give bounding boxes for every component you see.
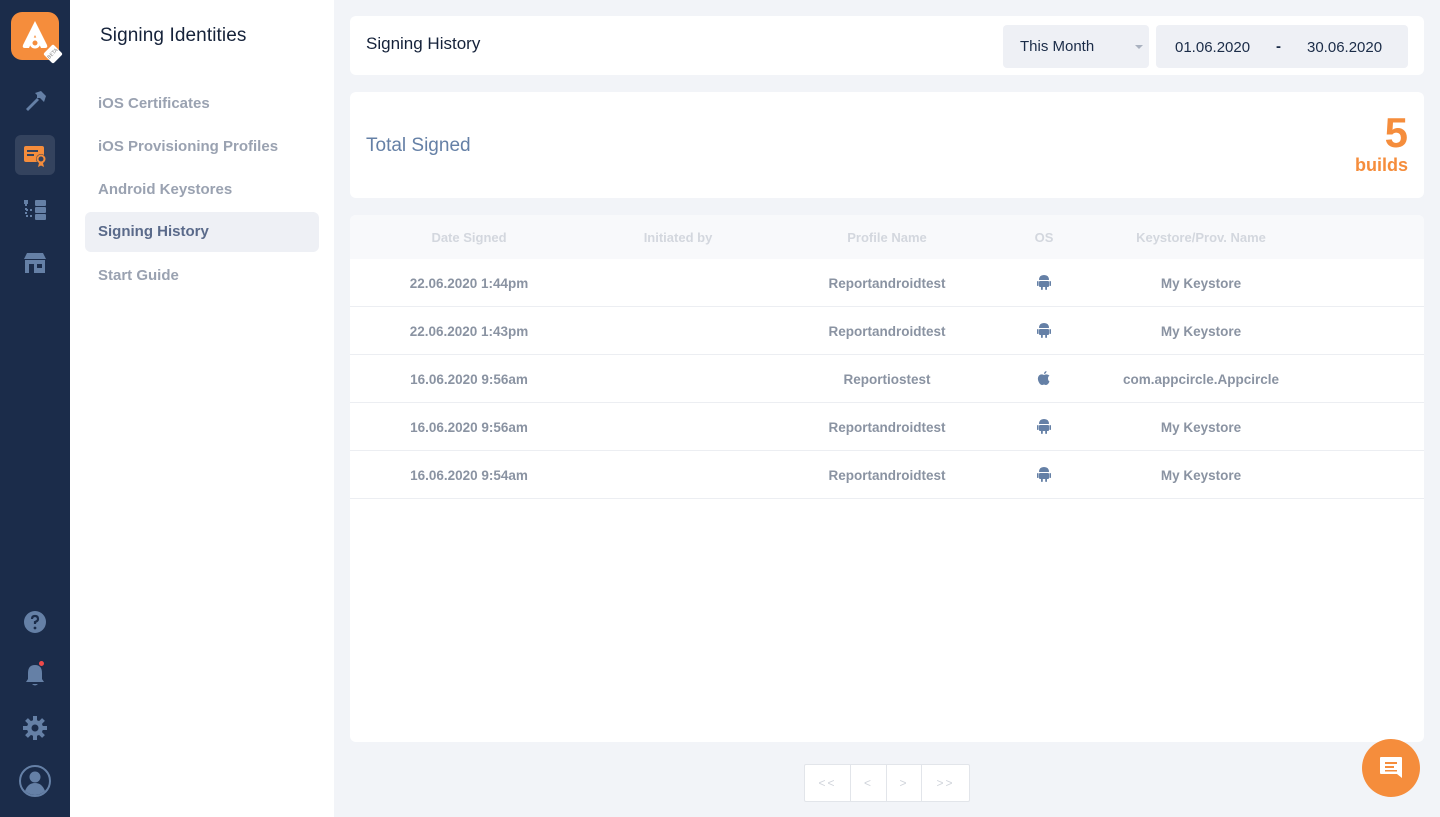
table-row[interactable]: 16.06.2020 9:56am Reportandroidtest My K… <box>350 403 1424 451</box>
cell-keystore-name: com.appcircle.Appcircle <box>1122 372 1280 387</box>
column-keystore-name: Keystore/Prov. Name <box>1136 230 1266 245</box>
help-icon[interactable] <box>15 602 55 642</box>
icon-rail: BETA <box>0 0 70 817</box>
cell-keystore-name: My Keystore <box>1160 324 1242 339</box>
cell-date-signed: 16.06.2020 9:56am <box>410 420 528 435</box>
date-range-picker[interactable]: 01.06.2020 - 30.06.2020 <box>1156 25 1408 68</box>
page-title: Signing History <box>366 34 481 53</box>
date-range-select[interactable]: This Month <box>1003 25 1149 68</box>
apple-icon <box>1037 370 1051 391</box>
date-range-value: This Month <box>1020 38 1095 55</box>
signing-identities-icon[interactable] <box>15 135 55 175</box>
sidebar-item-ios-certificates[interactable]: iOS Certificates <box>85 84 319 124</box>
table-header: Date Signed Initiated by Profile Name OS… <box>350 215 1424 259</box>
sidebar-item-android-keystores[interactable]: Android Keystores <box>85 170 319 210</box>
total-signed-card: Total Signed 5 builds <box>350 92 1424 198</box>
date-from[interactable]: 01.06.2020 <box>1175 39 1250 56</box>
column-date-signed: Date Signed <box>431 230 507 245</box>
distribution-icon[interactable] <box>15 189 55 229</box>
total-signed-label: Total Signed <box>366 135 471 156</box>
cell-profile-name: Reportandroidtest <box>828 324 946 339</box>
sidebar-title: Signing Identities <box>100 25 247 46</box>
date-to[interactable]: 30.06.2020 <box>1307 39 1382 56</box>
sidebar-item-start-guide[interactable]: Start Guide <box>85 256 319 296</box>
chevron-down-icon <box>1135 45 1143 49</box>
build-icon[interactable] <box>15 81 55 121</box>
pagination: << < > >> <box>804 764 970 802</box>
cell-profile-name: Reportandroidtest <box>828 468 946 483</box>
next-page-button[interactable]: > <box>887 765 922 801</box>
settings-icon[interactable] <box>15 708 55 748</box>
table-row[interactable]: 22.06.2020 1:43pm Reportandroidtest My K… <box>350 307 1424 355</box>
history-header: Signing History This Month 01.06.2020 - … <box>350 16 1424 75</box>
sidebar-item-signing-history[interactable]: Signing History <box>85 212 319 252</box>
table-row[interactable]: 16.06.2020 9:54am Reportandroidtest My K… <box>350 451 1424 499</box>
total-signed-count: 5 <box>1384 109 1408 156</box>
table-row[interactable]: 16.06.2020 9:56am Reportiostest com.appc… <box>350 355 1424 403</box>
sidebar-item-ios-provisioning-profiles[interactable]: iOS Provisioning Profiles <box>85 127 319 167</box>
total-signed-unit: builds <box>1355 155 1408 175</box>
column-profile-name: Profile Name <box>847 230 927 245</box>
cell-date-signed: 22.06.2020 1:44pm <box>409 276 529 291</box>
store-icon[interactable] <box>15 243 55 283</box>
column-initiated-by: Initiated by <box>643 230 713 245</box>
signing-sidebar: Signing Identities iOS Certificates iOS … <box>70 0 334 817</box>
last-page-button[interactable]: >> <box>922 765 969 801</box>
table-row[interactable]: 22.06.2020 1:44pm Reportandroidtest My K… <box>350 259 1424 307</box>
android-icon <box>1037 322 1051 343</box>
chat-button[interactable] <box>1362 739 1420 797</box>
profile-icon[interactable] <box>15 761 55 801</box>
cell-profile-name: Reportandroidtest <box>828 276 946 291</box>
notification-dot <box>38 660 45 667</box>
signing-history-table: Date Signed Initiated by Profile Name OS… <box>350 215 1424 742</box>
cell-profile-name: Reportiostest <box>843 372 931 387</box>
android-icon <box>1037 274 1051 295</box>
prev-page-button[interactable]: < <box>851 765 887 801</box>
cell-date-signed: 16.06.2020 9:54am <box>410 468 528 483</box>
android-icon <box>1037 466 1051 487</box>
cell-profile-name: Reportandroidtest <box>828 420 946 435</box>
notifications-icon[interactable] <box>15 655 55 695</box>
cell-date-signed: 22.06.2020 1:43pm <box>409 324 529 339</box>
chat-icon <box>1380 757 1402 778</box>
android-icon <box>1037 418 1051 439</box>
cell-keystore-name: My Keystore <box>1160 420 1242 435</box>
appcircle-logo[interactable]: BETA <box>11 12 63 64</box>
cell-keystore-name: My Keystore <box>1160 276 1242 291</box>
first-page-button[interactable]: << <box>805 765 851 801</box>
column-os: OS <box>1034 230 1054 245</box>
cell-date-signed: 16.06.2020 9:56am <box>410 372 528 387</box>
date-separator: - <box>1276 38 1281 55</box>
cell-keystore-name: My Keystore <box>1160 468 1242 483</box>
